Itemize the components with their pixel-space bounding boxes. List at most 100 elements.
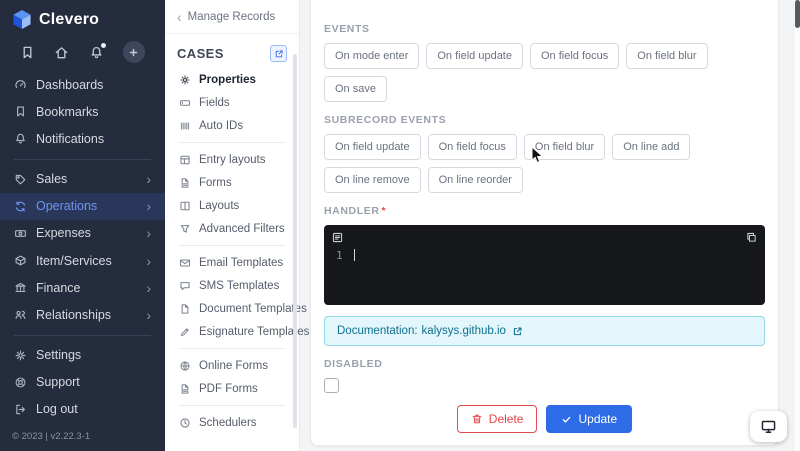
event-on-mode-enter-button[interactable]: On mode enter	[324, 43, 420, 69]
sidebar-divider	[14, 334, 151, 336]
notification-dot	[100, 42, 106, 48]
chevron-right-icon: ›	[146, 306, 151, 323]
sidebar-item-label: Sales	[36, 172, 68, 187]
records-item-document-templates[interactable]: Document Templates	[165, 297, 307, 320]
sidebar-item-item-services[interactable]: Item/Services ›	[0, 247, 165, 274]
records-item-schedulers[interactable]: Schedulers	[165, 411, 299, 434]
sidebar-item-label: Relationships	[36, 307, 112, 322]
trash-icon	[471, 413, 483, 425]
sidebar-item-support[interactable]: Support	[0, 369, 165, 396]
sidebar-item-label: Bookmarks	[36, 104, 99, 119]
sidebar-item-label: Settings	[36, 348, 82, 363]
records-item-properties[interactable]: Properties	[165, 68, 299, 91]
disabled-checkbox[interactable]	[324, 378, 339, 393]
file-lines-icon	[179, 177, 191, 189]
records-item-label: Advanced Filters	[199, 222, 285, 235]
records-divider	[179, 245, 285, 246]
bookmark-icon	[14, 105, 27, 118]
properties-card: EVENTS On mode enter On field update On …	[310, 0, 779, 446]
sidebar-item-label: Notifications	[36, 131, 105, 146]
gear-icon	[179, 74, 191, 86]
sidebar-item-dashboards[interactable]: Dashboards	[0, 71, 165, 98]
records-item-label: Fields	[199, 96, 230, 109]
chevron-left-icon: ‹	[177, 9, 182, 25]
handler-section-label: HANDLER *	[324, 205, 387, 217]
sidebar-item-notifications[interactable]: Notifications	[0, 125, 165, 152]
sidebar-item-settings[interactable]: Settings	[0, 342, 165, 369]
records-item-pdf-forms[interactable]: PDF Forms	[165, 377, 299, 400]
support-widget-button[interactable]	[750, 411, 787, 442]
sidebar-item-sales[interactable]: Sales ›	[0, 166, 165, 193]
subrecord-on-field-blur-button[interactable]: On field blur	[523, 134, 606, 160]
sidebar-item-label: Support	[36, 375, 80, 390]
file-icon	[179, 303, 191, 315]
sidebar-item-relationships[interactable]: Relationships ›	[0, 301, 165, 328]
records-item-layouts[interactable]: Layouts	[165, 194, 299, 217]
chevron-right-icon: ›	[146, 279, 151, 296]
chevron-right-icon: ›	[146, 198, 151, 215]
subrecord-on-field-update-button[interactable]: On field update	[324, 134, 421, 160]
brand[interactable]: Clevero	[0, 0, 165, 34]
event-on-field-update-button[interactable]: On field update	[426, 43, 523, 69]
sidebar-item-expenses[interactable]: Expenses ›	[0, 220, 165, 247]
records-title: CASES	[177, 46, 224, 61]
sidebar-item-finance[interactable]: Finance ›	[0, 274, 165, 301]
page-scrollbar-thumb[interactable]	[795, 0, 800, 28]
main-content: EVENTS On mode enter On field update On …	[300, 0, 800, 451]
bookmark-icon[interactable]	[20, 45, 35, 60]
records-item-online-forms[interactable]: Online Forms	[165, 354, 299, 377]
records-item-entry-layouts[interactable]: Entry layouts	[165, 148, 299, 171]
editor-popout-icon[interactable]	[745, 231, 758, 244]
gauge-icon	[14, 78, 27, 91]
create-new-button[interactable]	[122, 41, 145, 63]
back-to-manage-records[interactable]: ‹ Manage Records	[165, 0, 299, 34]
records-item-label: PDF Forms	[199, 382, 258, 395]
event-on-field-blur-button[interactable]: On field blur	[626, 43, 708, 69]
records-item-label: SMS Templates	[199, 279, 280, 292]
sidebar-item-label: Expenses	[36, 226, 91, 241]
records-item-esignature-templates[interactable]: Esignature Templates	[165, 320, 309, 343]
records-item-forms[interactable]: Forms	[165, 171, 299, 194]
records-item-fields[interactable]: Fields	[165, 91, 299, 114]
sidebar-item-label: Log out	[36, 402, 78, 417]
home-icon[interactable]	[54, 45, 69, 60]
delete-button[interactable]: Delete	[456, 405, 538, 433]
update-button[interactable]: Update	[546, 405, 633, 433]
sidebar-item-operations[interactable]: Operations ›	[0, 192, 165, 220]
records-panel: ‹ Manage Records CASES Properties Fields…	[165, 0, 309, 451]
records-item-auto-ids[interactable]: Auto IDs	[165, 114, 299, 137]
clock-icon	[179, 417, 191, 429]
logout-icon	[14, 403, 27, 416]
lifebuoy-icon	[14, 376, 27, 389]
chat-icon	[179, 280, 191, 292]
sidebar-item-label: Finance	[36, 280, 81, 295]
subrecord-on-line-add-button[interactable]: On line add	[612, 134, 691, 160]
records-item-label: Schedulers	[199, 416, 257, 429]
records-item-advanced-filters[interactable]: Advanced Filters	[165, 217, 299, 240]
bell-icon[interactable]	[89, 42, 106, 60]
records-item-label: Document Templates	[199, 302, 307, 315]
barcode-icon	[179, 120, 191, 132]
subrecord-on-line-reorder-button[interactable]: On line reorder	[427, 167, 523, 193]
mail-icon	[179, 257, 191, 269]
event-buttons-row: On mode enter On field update On field f…	[324, 43, 765, 102]
sidebar-item-logout[interactable]: Log out	[0, 396, 165, 423]
subrecord-on-line-remove-button[interactable]: On line remove	[324, 167, 421, 193]
records-item-sms-templates[interactable]: SMS Templates	[165, 274, 299, 297]
records-divider	[179, 142, 285, 143]
editor-settings-icon[interactable]	[331, 231, 344, 244]
handler-code-editor[interactable]: 1	[324, 225, 765, 305]
chevron-right-icon: ›	[146, 252, 151, 269]
records-item-email-templates[interactable]: Email Templates	[165, 251, 299, 274]
records-scrollbar-thumb[interactable]	[293, 54, 297, 428]
brand-name: Clevero	[39, 10, 100, 28]
pen-icon	[179, 326, 191, 338]
subrecord-on-field-focus-button[interactable]: On field focus	[427, 134, 517, 160]
event-on-save-button[interactable]: On save	[324, 76, 387, 102]
documentation-link[interactable]: kalysys.github.io	[422, 325, 506, 337]
bank-icon	[14, 281, 27, 294]
open-record-icon[interactable]	[270, 45, 287, 62]
sidebar-item-bookmarks[interactable]: Bookmarks	[0, 98, 165, 125]
page-scrollbar[interactable]	[793, 0, 800, 451]
event-on-field-focus-button[interactable]: On field focus	[530, 43, 620, 69]
